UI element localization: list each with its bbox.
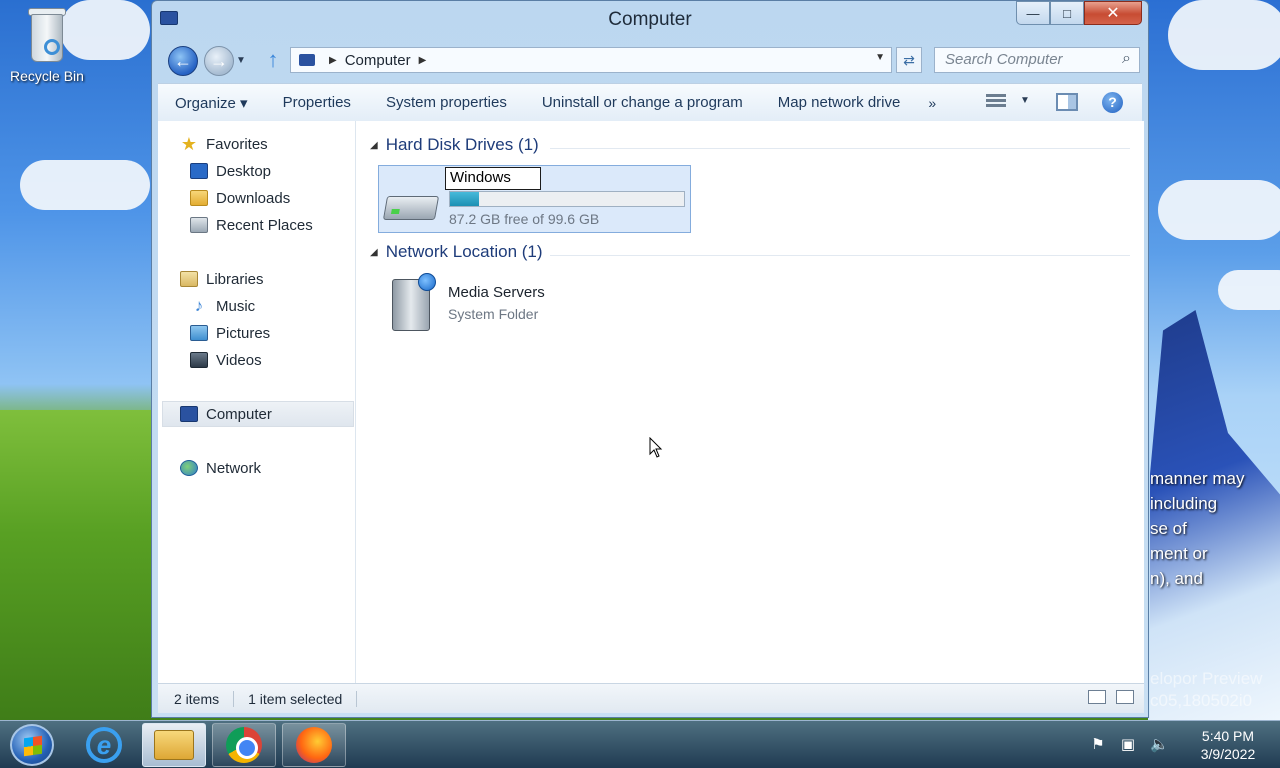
collapse-triangle-icon[interactable]: ◢	[370, 140, 378, 151]
videos-icon	[190, 352, 208, 368]
star-icon: ★	[180, 134, 198, 154]
nav-item-downloads[interactable]: Downloads	[190, 185, 290, 211]
wallpaper-cloud	[20, 160, 150, 210]
music-icon: ♪	[194, 296, 204, 315]
clock[interactable]: 5:40 PM 3/9/2022	[1186, 727, 1270, 763]
recent-pages-dropdown[interactable]: ▼	[236, 55, 246, 66]
preview-pane-icon[interactable]	[1056, 93, 1078, 111]
selection-count: 1 item selected	[234, 690, 358, 707]
address-dropdown-icon[interactable]: ▼	[875, 52, 885, 63]
breadcrumb-computer[interactable]: Computer	[345, 52, 411, 69]
nav-item-recent-places[interactable]: Recent Places	[190, 212, 313, 238]
search-input[interactable]: Search Computer ⌕	[934, 47, 1140, 73]
drive-free-space: 87.2 GB free of 99.6 GB	[449, 211, 600, 227]
change-view-icon[interactable]	[986, 94, 1006, 110]
nav-item-favorites[interactable]: ★ Favorites	[180, 131, 268, 157]
network-item-media-servers[interactable]: Media Servers System Folder	[386, 273, 646, 333]
volume-icon[interactable]: 🔈	[1150, 735, 1169, 753]
system-tray: ⚑ ▣ 🔈	[1090, 735, 1169, 753]
taskbar: e ⚑ ▣ 🔈 5:40 PM 3/9/2022	[0, 720, 1280, 768]
hard-drive-icon	[382, 196, 440, 220]
large-icons-view-icon[interactable]	[1116, 690, 1134, 704]
start-button[interactable]	[10, 724, 54, 766]
command-bar: Organize ▾ Properties System properties …	[158, 83, 1142, 121]
firefox-icon	[296, 727, 332, 763]
system-properties-button[interactable]: System properties	[369, 94, 525, 111]
back-button[interactable]: ←	[168, 46, 198, 76]
nav-item-network[interactable]: Network	[180, 455, 261, 481]
content-area: ★ Favorites Desktop Downloads Recent Pla…	[158, 121, 1144, 683]
clock-date: 3/9/2022	[1200, 746, 1256, 762]
breadcrumb-chevron-icon[interactable]: ▶	[329, 55, 337, 66]
address-bar[interactable]: ▶ Computer ▶ ▼	[290, 47, 892, 73]
drive-item-windows[interactable]: Windows 87.2 GB free of 99.6 GB	[378, 165, 691, 233]
help-icon[interactable]: ?	[1102, 92, 1123, 113]
wallpaper-hill	[0, 410, 160, 720]
collapse-triangle-icon[interactable]: ◢	[370, 247, 378, 258]
maximize-button[interactable]: □	[1050, 1, 1084, 25]
nav-item-libraries[interactable]: Libraries	[180, 266, 264, 292]
drive-usage-bar	[449, 191, 685, 207]
taskbar-internet-explorer[interactable]: e	[72, 723, 136, 767]
window-title: Computer	[608, 9, 692, 30]
nav-item-pictures[interactable]: Pictures	[190, 320, 270, 346]
properties-button[interactable]: Properties	[266, 94, 369, 111]
recycle-bin-label: Recycle Bin	[10, 68, 84, 84]
item-count: 2 items	[158, 690, 235, 707]
window-controls: — □ ✕	[1016, 1, 1142, 27]
taskbar-firefox[interactable]	[282, 723, 346, 767]
drive-usage-fill	[450, 192, 480, 206]
media-badge-icon	[418, 273, 436, 291]
refresh-button[interactable]: ⇄	[896, 47, 922, 73]
recycle-bin-shortcut[interactable]: Recycle Bin	[4, 6, 90, 84]
taskbar-chrome[interactable]	[212, 723, 276, 767]
up-button[interactable]: ↑	[264, 49, 282, 71]
clock-time: 5:40 PM	[1201, 728, 1255, 744]
downloads-folder-icon	[190, 190, 208, 206]
recent-places-icon	[190, 217, 208, 233]
windows-logo-icon	[24, 735, 42, 757]
wallpaper-build-text: elopor Preview c05,180502i0	[1150, 669, 1263, 710]
details-view-icon[interactable]	[1088, 690, 1106, 704]
network-icon	[180, 460, 198, 476]
explorer-window: Computer — □ ✕ ← → ▼ ↑ ▶ Computer ▶ ▼ ⇄ …	[151, 0, 1149, 718]
status-bar: 2 items 1 item selected	[158, 683, 1144, 713]
group-header-network-location[interactable]: ◢ Network Location (1)	[370, 242, 543, 262]
close-button[interactable]: ✕	[1084, 1, 1142, 25]
internet-explorer-icon: e	[86, 727, 122, 763]
recycle-bin-icon	[27, 6, 67, 64]
taskbar-file-explorer[interactable]	[142, 723, 206, 767]
nav-item-music[interactable]: ♪ Music	[190, 293, 255, 319]
organize-button[interactable]: Organize ▾	[158, 94, 266, 112]
action-center-flag-icon[interactable]: ⚑	[1090, 735, 1106, 753]
libraries-icon	[180, 271, 198, 287]
map-network-drive-button[interactable]: Map network drive	[761, 94, 919, 111]
search-icon[interactable]: ⌕	[1122, 50, 1131, 68]
rename-input[interactable]: Windows	[445, 167, 541, 190]
nav-item-computer[interactable]: Computer	[162, 401, 354, 427]
title-bar[interactable]: Computer — □ ✕	[152, 1, 1148, 41]
minimize-button[interactable]: —	[1016, 1, 1050, 25]
nav-item-videos[interactable]: Videos	[190, 347, 262, 373]
breadcrumb-chevron-icon[interactable]: ▶	[419, 55, 427, 66]
search-placeholder: Search Computer	[945, 51, 1063, 68]
more-commands-button[interactable]: »	[928, 95, 936, 111]
computer-icon	[180, 406, 198, 422]
chrome-icon	[226, 727, 262, 763]
network-tray-icon[interactable]: ▣	[1120, 735, 1136, 753]
forward-button[interactable]: →	[204, 46, 234, 76]
file-explorer-icon	[154, 730, 194, 760]
wallpaper-eula-text: manner may including se of ment or n), a…	[1150, 469, 1245, 588]
pictures-icon	[190, 325, 208, 341]
group-divider	[550, 255, 1130, 256]
desktop-icon	[190, 163, 208, 179]
computer-icon	[299, 54, 315, 66]
group-divider	[550, 148, 1130, 149]
group-header-hard-disk-drives[interactable]: ◢ Hard Disk Drives (1)	[370, 135, 539, 155]
view-options-dropdown-icon[interactable]: ▼	[1020, 95, 1030, 106]
uninstall-program-button[interactable]: Uninstall or change a program	[525, 94, 761, 111]
nav-item-desktop[interactable]: Desktop	[190, 158, 271, 184]
navigation-pane: ★ Favorites Desktop Downloads Recent Pla…	[158, 121, 356, 683]
